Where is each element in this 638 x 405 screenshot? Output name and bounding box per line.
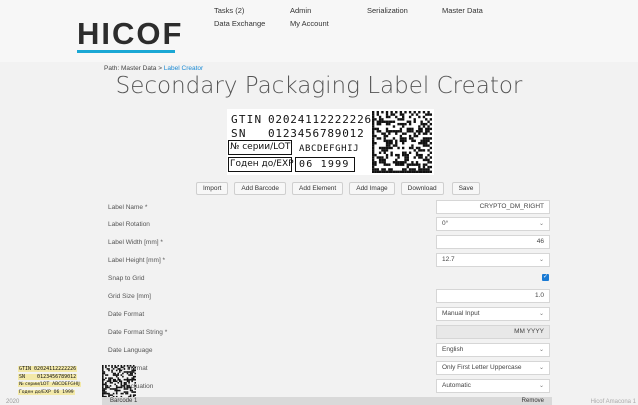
download-button[interactable]: Download xyxy=(400,182,444,195)
chevron-down-icon: ⌄ xyxy=(538,383,544,389)
nav-serialization[interactable]: Serialization xyxy=(367,6,408,15)
nav-data-exchange[interactable]: Data Exchange xyxy=(214,19,265,28)
footer-year: 2020 xyxy=(6,399,20,405)
import-button[interactable]: Import xyxy=(196,182,229,195)
preview-lot-value: ABCDEFGHIJ xyxy=(299,144,360,154)
row-label-width: Label Width [mm] * 46 xyxy=(108,235,551,251)
label-rotation-value: 0° xyxy=(442,220,449,227)
mini-line-gtin: GTIN 02024112222226 xyxy=(18,366,78,372)
date-format-string-input: MM YYYY xyxy=(436,325,550,339)
footer-company: Hicof Amacona 1 xyxy=(590,399,636,405)
chevron-down-icon: ⌄ xyxy=(538,257,544,263)
row-label-name: Label Name * CRYPTO_DM_RIGHT xyxy=(108,200,551,216)
barcode-panel-header[interactable]: Barcode 1 Remove xyxy=(102,397,552,405)
month-format-value: Only First Letter Uppercase xyxy=(442,364,522,371)
preview-gtin-key: GTIN xyxy=(231,113,263,126)
page: HICOF Tasks (2) Data Exchange Admin My A… xyxy=(0,0,638,405)
date-format-label: Date Format xyxy=(108,311,145,318)
snap-to-grid-label: Snap to Grid xyxy=(108,275,145,282)
label-name-label: Label Name * xyxy=(108,204,148,211)
label-rotation-label: Label Rotation xyxy=(108,221,150,228)
label-rotation-select[interactable]: 0° ⌄ xyxy=(436,217,550,231)
label-height-value: 12.7 xyxy=(442,256,455,263)
date-format-string-label: Date Format String * xyxy=(108,329,168,336)
date-language-value: English xyxy=(442,346,464,353)
label-name-input[interactable]: CRYPTO_DM_RIGHT xyxy=(436,200,550,214)
punctuation-select[interactable]: Automatic ⌄ xyxy=(436,379,550,393)
preview-gtin-value: 02024112222226 xyxy=(268,113,372,126)
row-grid-size: Grid Size [mm] 1.0 xyxy=(108,289,551,305)
mini-line-lot: № серии/LOT ABCDEFGHIJ xyxy=(18,382,81,387)
mini-datamatrix-barcode xyxy=(102,365,136,399)
chevron-down-icon: ⌄ xyxy=(538,347,544,353)
breadcrumb-current[interactable]: Label Creator xyxy=(164,65,203,72)
barcode-panel-title: Barcode 1 xyxy=(110,398,138,404)
punctuation-value: Automatic xyxy=(442,382,471,389)
breadcrumb-prefix: Path: Master Data > xyxy=(104,65,164,72)
row-snap-to-grid: Snap to Grid ✓ xyxy=(108,271,551,287)
date-format-select[interactable]: Manual Input ⌄ xyxy=(436,307,550,321)
page-title: Secondary Packaging Label Creator xyxy=(115,73,523,99)
nav-my-account[interactable]: My Account xyxy=(290,19,329,28)
remove-button[interactable]: Remove xyxy=(522,398,544,404)
add-barcode-button[interactable]: Add Barcode xyxy=(234,182,287,195)
check-icon: ✓ xyxy=(542,274,549,280)
date-language-select[interactable]: English ⌄ xyxy=(436,343,550,357)
row-date-format-string: Date Format String * MM YYYY xyxy=(108,325,551,341)
preview-exp-value: 06 1999 xyxy=(299,159,350,170)
save-button[interactable]: Save xyxy=(451,182,481,195)
label-width-label: Label Width [mm] * xyxy=(108,239,163,246)
chevron-down-icon: ⌄ xyxy=(538,221,544,227)
preview-lot-key: № серии/LOT xyxy=(230,142,291,152)
nav-admin[interactable]: Admin xyxy=(290,6,311,15)
grid-size-input[interactable]: 1.0 xyxy=(436,289,550,303)
row-label-height: Label Height [mm] * 12.7 ⌄ xyxy=(108,253,551,269)
chevron-down-icon: ⌄ xyxy=(538,365,544,371)
header: HICOF Tasks (2) Data Exchange Admin My A… xyxy=(0,0,638,62)
add-image-button[interactable]: Add Image xyxy=(349,182,395,195)
label-width-input[interactable]: 46 xyxy=(436,235,550,249)
mini-line-exp: Годен до/EXP 06 1999 xyxy=(18,390,75,395)
logo-underline xyxy=(77,50,175,53)
month-format-select[interactable]: Only First Letter Uppercase ⌄ xyxy=(436,361,550,375)
breadcrumb: Path: Master Data > Label Creator xyxy=(104,65,203,72)
datamatrix-barcode[interactable] xyxy=(372,111,432,173)
preview-sn-value: 0123456789012 xyxy=(268,127,365,140)
label-preview[interactable]: GTIN 02024112222226 SN 0123456789012 № с… xyxy=(227,109,434,175)
row-date-format: Date Format Manual Input ⌄ xyxy=(108,307,551,323)
logo[interactable]: HICOF xyxy=(77,18,183,49)
chevron-down-icon: ⌄ xyxy=(538,311,544,317)
label-height-select[interactable]: 12.7 ⌄ xyxy=(436,253,550,267)
preview-sn-key: SN xyxy=(231,127,247,140)
row-month-format: ...t Format Only First Letter Uppercase ⌄ xyxy=(108,361,551,377)
mini-line-sn: SN 0123456789012 xyxy=(18,374,78,380)
nav-tasks[interactable]: Tasks (2) xyxy=(214,6,244,15)
row-punctuation: ...unctuation Automatic⌄ xyxy=(108,379,551,395)
mini-label-preview[interactable]: GTIN 02024112222226 SN 0123456789012 № с… xyxy=(18,365,148,399)
grid-size-label: Grid Size [mm] xyxy=(108,293,151,300)
date-format-value: Manual Input xyxy=(442,310,480,317)
label-height-label: Label Height [mm] * xyxy=(108,257,166,264)
snap-to-grid-checkbox[interactable]: ✓ xyxy=(542,274,549,281)
nav-master-data[interactable]: Master Data xyxy=(442,6,483,15)
add-element-button[interactable]: Add Element xyxy=(292,182,344,195)
row-date-language: Date Language English ⌄ xyxy=(108,343,551,359)
preview-exp-key: Годен до/EXP xyxy=(230,159,294,169)
toolbar: Import Add Barcode Add Element Add Image… xyxy=(196,182,481,195)
row-label-rotation: Label Rotation 0° ⌄ xyxy=(108,217,551,233)
date-language-label: Date Language xyxy=(108,347,153,354)
